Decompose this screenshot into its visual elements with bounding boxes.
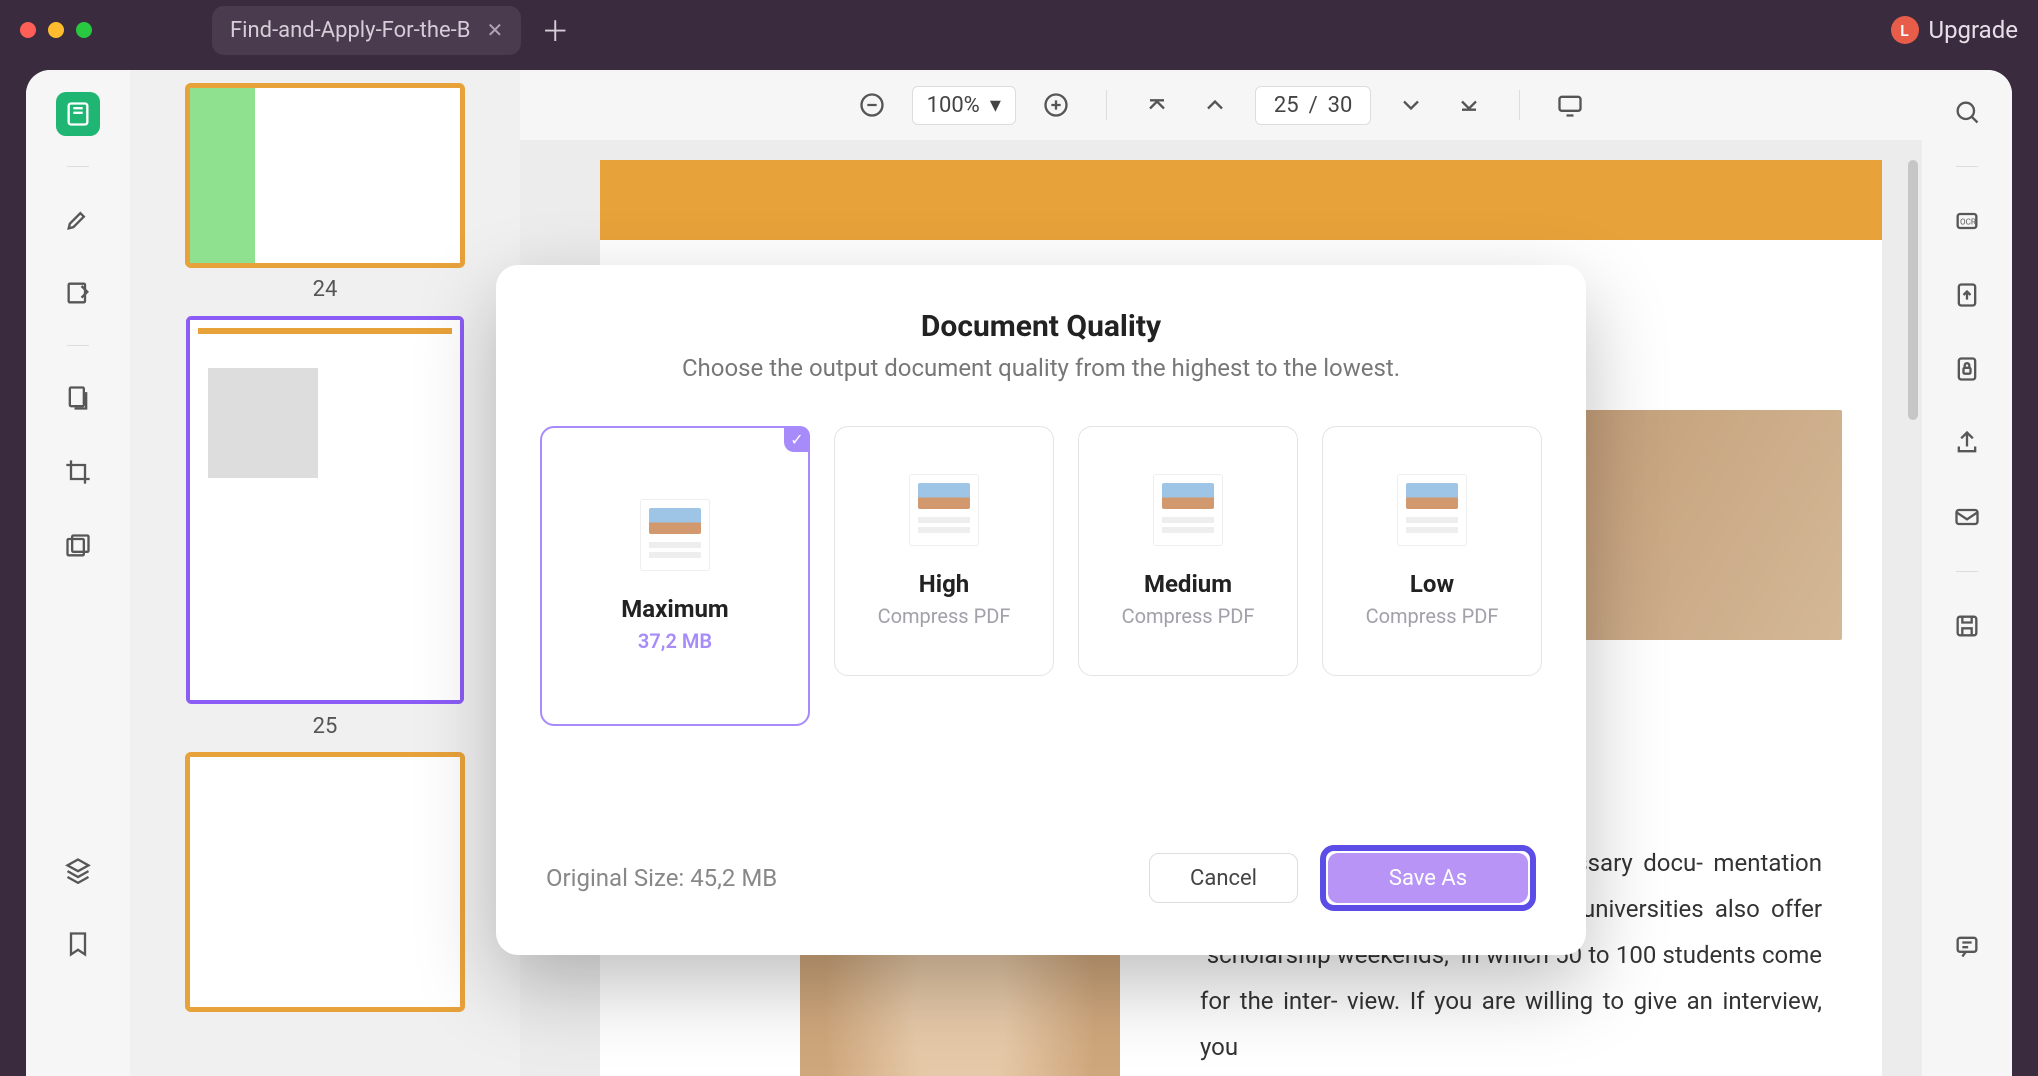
save-as-highlight: Save As [1320,845,1536,911]
close-tab-icon[interactable]: ✕ [486,18,503,42]
minimize-window-button[interactable] [48,22,64,38]
document-icon [1153,474,1223,546]
quality-option-medium[interactable]: Medium Compress PDF [1078,426,1298,676]
option-label: Maximum [621,595,728,623]
option-label: Low [1410,570,1454,598]
close-window-button[interactable] [20,22,36,38]
cancel-button[interactable]: Cancel [1149,853,1298,903]
save-as-button[interactable]: Save As [1328,853,1528,903]
modal-overlay: Document Quality Choose the output docum… [26,70,2012,1076]
window-controls [20,22,92,38]
document-tab[interactable]: Find-and-Apply-For-the-B ✕ [212,6,521,55]
document-icon [909,474,979,546]
maximize-window-button[interactable] [76,22,92,38]
app-frame: 24 25 100% ▾ 25 / 30 [26,70,2012,1076]
option-label: Medium [1144,570,1232,598]
document-quality-modal: Document Quality Choose the output docum… [496,265,1586,955]
option-sub: 37,2 MB [638,629,712,653]
check-icon: ✓ [784,426,810,452]
user-avatar[interactable]: L [1891,16,1919,44]
tab-title: Find-and-Apply-For-the-B [230,18,470,43]
original-size-label: Original Size: 45,2 MB [546,864,777,892]
new-tab-button[interactable]: ＋ [541,10,569,50]
modal-subtitle: Choose the output document quality from … [546,354,1536,382]
quality-option-low[interactable]: Low Compress PDF [1322,426,1542,676]
option-label: High [919,570,969,598]
option-sub: Compress PDF [1122,604,1255,628]
upgrade-link[interactable]: Upgrade [1929,16,2019,44]
document-icon [1397,474,1467,546]
quality-options: ✓ Maximum 37,2 MB High Compress PDF Medi… [546,426,1536,726]
quality-option-maximum[interactable]: ✓ Maximum 37,2 MB [540,426,810,726]
option-sub: Compress PDF [878,604,1011,628]
document-icon [640,499,710,571]
modal-title: Document Quality [546,309,1536,344]
option-sub: Compress PDF [1366,604,1499,628]
title-bar: Find-and-Apply-For-the-B ✕ ＋ L Upgrade [0,0,2038,60]
modal-footer: Original Size: 45,2 MB Cancel Save As [546,845,1536,911]
quality-option-high[interactable]: High Compress PDF [834,426,1054,676]
